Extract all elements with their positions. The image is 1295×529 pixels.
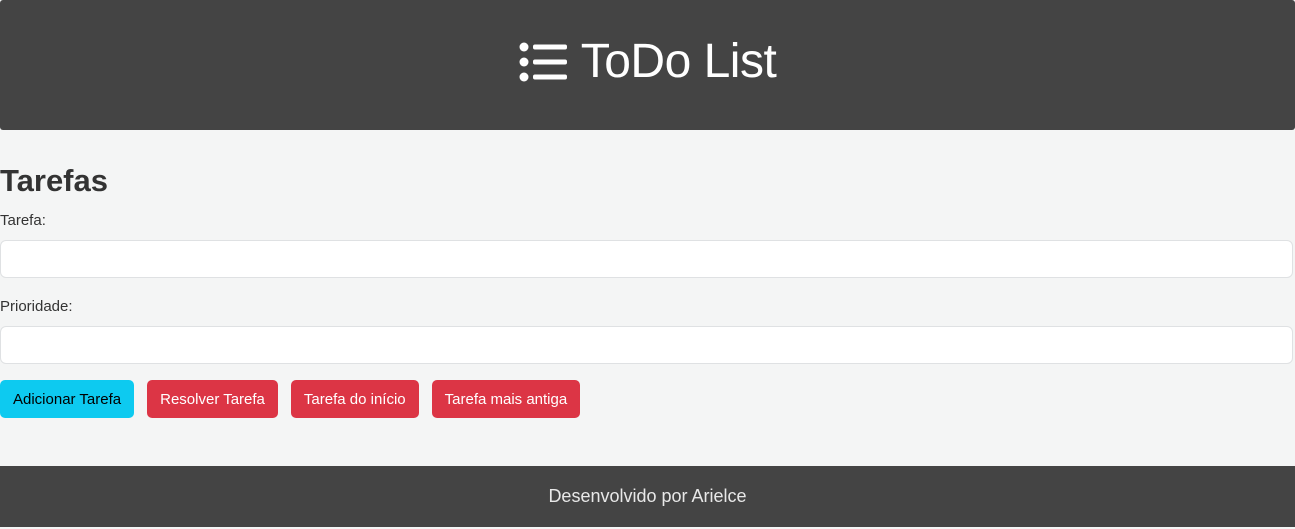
list-icon [519, 42, 567, 82]
app-header: ToDo List [0, 0, 1295, 130]
oldest-task-button[interactable]: Tarefa mais antiga [431, 380, 581, 418]
task-input[interactable] [0, 240, 1293, 278]
action-buttons: Adicionar Tarefa Resolver Tarefa Tarefa … [0, 380, 581, 418]
priority-input[interactable] [0, 326, 1293, 364]
resolve-task-button[interactable]: Resolver Tarefa [147, 380, 278, 418]
add-task-button[interactable]: Adicionar Tarefa [0, 380, 135, 418]
priority-label: Prioridade: [0, 298, 73, 315]
header-brand: ToDo List [519, 38, 777, 86]
app-title: ToDo List [580, 35, 777, 88]
footer-credit: Desenvolvido por Arielce [548, 486, 747, 506]
section-title: Tarefas [0, 163, 108, 198]
task-label: Tarefa: [0, 212, 46, 229]
first-task-button[interactable]: Tarefa do início [290, 380, 419, 418]
page-footer: Desenvolvido por Arielce [0, 466, 1295, 527]
